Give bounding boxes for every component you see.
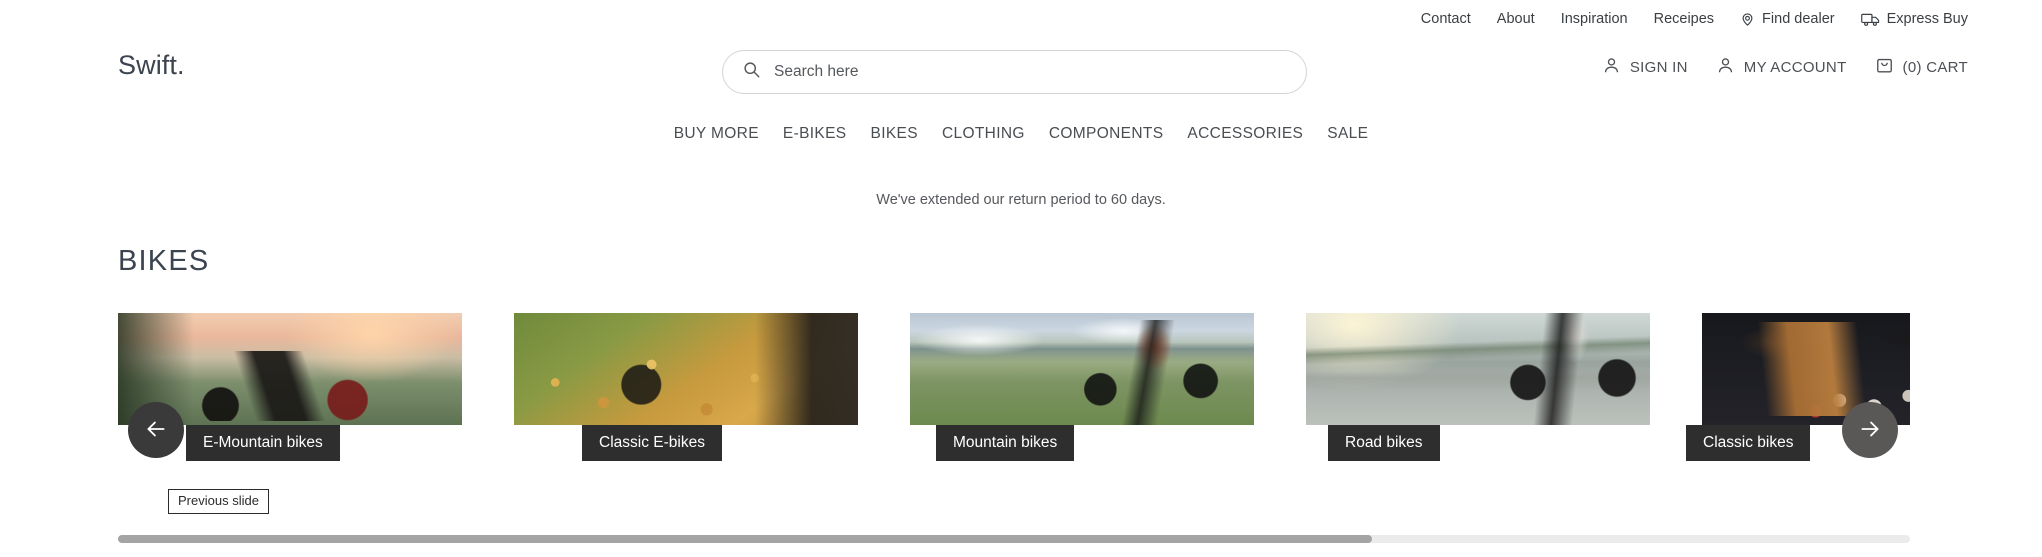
cart-button[interactable]: (0) CART	[1875, 56, 1968, 78]
main-nav: BUY MORE E-BIKES BIKES CLOTHING COMPONEN…	[0, 125, 2042, 143]
utility-link-express-buy[interactable]: Express Buy	[1860, 10, 1968, 27]
location-pin-icon	[1740, 12, 1755, 27]
site-header: Swift. SIGN IN	[0, 38, 2042, 100]
search-bar[interactable]	[722, 50, 1307, 94]
carousel-card-classic-e-bikes[interactable]	[514, 313, 858, 425]
carousel-scrollbar-thumb[interactable]	[118, 535, 1373, 543]
carousel-card-road-bikes[interactable]	[1306, 313, 1650, 425]
announcement-banner: We've extended our return period to 60 d…	[876, 192, 1166, 208]
my-account-label: MY ACCOUNT	[1743, 58, 1847, 76]
utility-link-label: Receipes	[1653, 10, 1715, 27]
card-label-classic-e-bikes[interactable]: Classic E-bikes	[582, 425, 722, 461]
utility-link-find-dealer[interactable]: Find dealer	[1740, 12, 1835, 27]
utility-link-receipes[interactable]: Receipes	[1654, 12, 1714, 27]
card-image-mountain-bikes	[910, 313, 1254, 425]
user-icon	[1716, 56, 1735, 78]
card-image-road-bikes	[1306, 313, 1650, 425]
utility-link-contact[interactable]: Contact	[1421, 12, 1471, 27]
delivery-truck-icon	[1860, 12, 1880, 27]
nav-item-accessories[interactable]: ACCESSORIES	[1187, 125, 1303, 143]
utility-link-label: Contact	[1420, 10, 1471, 27]
user-icon	[1602, 56, 1621, 78]
nav-item-sale[interactable]: SALE	[1327, 125, 1368, 143]
prev-slide-tooltip: Previous slide	[168, 489, 269, 514]
nav-item-bikes[interactable]: BIKES	[871, 125, 918, 143]
utility-link-label: Express Buy	[1886, 10, 1968, 27]
account-nav: SIGN IN MY ACCOUNT (0) CART	[1602, 56, 1968, 78]
carousel-prev-button[interactable]	[128, 402, 184, 458]
shopping-bag-icon	[1875, 56, 1894, 78]
utility-link-label: About	[1496, 10, 1535, 27]
carousel-next-button[interactable]	[1842, 402, 1898, 458]
sign-in-button[interactable]: SIGN IN	[1602, 56, 1688, 78]
nav-item-e-bikes[interactable]: E-BIKES	[783, 125, 847, 143]
card-label-mountain-bikes[interactable]: Mountain bikes	[936, 425, 1075, 461]
search-input[interactable]	[774, 63, 1286, 81]
card-label-road-bikes[interactable]: Road bikes	[1328, 425, 1440, 461]
page-root: Contact About Inspiration Receipes Find …	[0, 0, 2042, 557]
utility-link-label: Inspiration	[1560, 10, 1628, 27]
card-image-classic-e-bikes	[514, 313, 858, 425]
nav-item-components[interactable]: COMPONENTS	[1049, 125, 1164, 143]
carousel-track	[118, 313, 1910, 425]
site-logo[interactable]: Swift.	[118, 52, 185, 79]
utility-link-about[interactable]: About	[1497, 12, 1535, 27]
arrow-left-icon	[143, 416, 169, 445]
utility-link-inspiration[interactable]: Inspiration	[1561, 12, 1628, 27]
card-label-e-mountain-bikes[interactable]: E-Mountain bikes	[186, 425, 340, 461]
carousel-labels: E-Mountain bikes Classic E-bikes Mountai…	[118, 425, 1910, 465]
nav-item-clothing[interactable]: CLOTHING	[942, 125, 1025, 143]
cart-label: (0) CART	[1902, 58, 1968, 76]
page-title: BIKES	[118, 245, 210, 277]
sign-in-label: SIGN IN	[1629, 58, 1688, 76]
nav-item-buy-more[interactable]: BUY MORE	[674, 125, 759, 143]
utility-link-label: Find dealer	[1762, 10, 1835, 27]
card-label-classic-bikes[interactable]: Classic bikes	[1686, 425, 1811, 461]
arrow-right-icon	[1857, 416, 1883, 445]
search-icon	[743, 61, 760, 83]
utility-nav: Contact About Inspiration Receipes Find …	[0, 0, 2042, 38]
carousel-scrollbar-track[interactable]	[118, 535, 1910, 543]
my-account-button[interactable]: MY ACCOUNT	[1716, 56, 1847, 78]
bike-category-carousel	[118, 313, 1910, 425]
carousel-card-mountain-bikes[interactable]	[910, 313, 1254, 425]
